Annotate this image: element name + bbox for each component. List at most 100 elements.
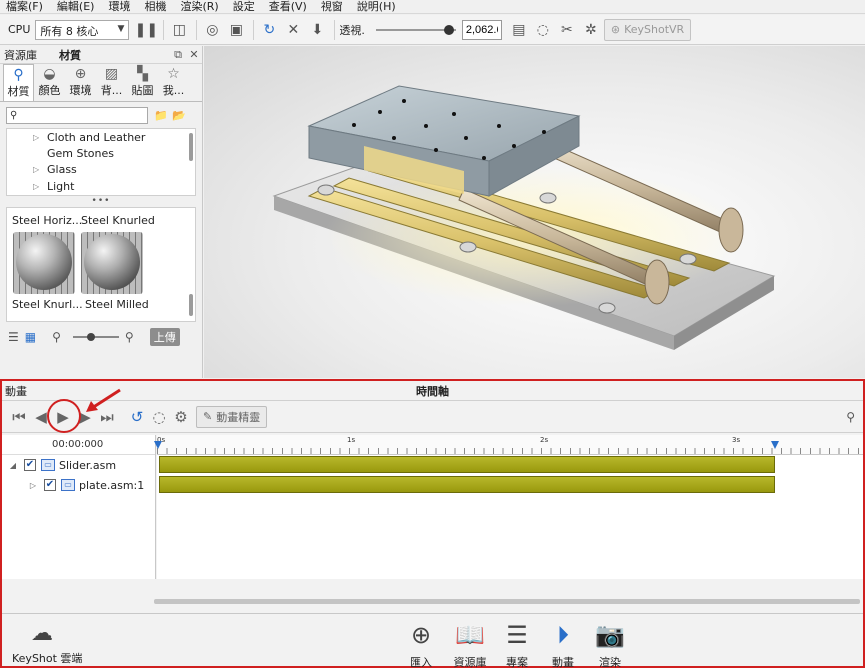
timeline-tracks[interactable]: 0s 1s 2s 3s xyxy=(154,435,863,579)
menu-view[interactable]: 查看(V) xyxy=(269,0,307,13)
close-icon[interactable]: ✕ xyxy=(186,48,202,62)
menu-render[interactable]: 渲染(R) xyxy=(180,0,218,13)
geometry-view-icon[interactable]: ▤ xyxy=(508,19,530,41)
perspective-slider[interactable] xyxy=(375,24,456,35)
tab-favorites[interactable]: ☆ 我... xyxy=(158,64,189,101)
zoom-out-icon[interactable]: ⚲ xyxy=(52,330,61,344)
wand-icon: ✎ xyxy=(203,410,213,423)
upload-button[interactable]: 上傳 xyxy=(149,328,180,346)
tab-backplates[interactable]: ▨ 背... xyxy=(96,64,127,101)
fit-view-icon[interactable]: ✕ xyxy=(282,19,304,41)
tree-item[interactable]: ▷ Cloth and Leather xyxy=(7,129,195,145)
animation-bar[interactable] xyxy=(159,476,775,493)
project-button[interactable]: ☰ 專案 xyxy=(495,622,539,668)
time-ruler[interactable]: 0s 1s 2s 3s xyxy=(154,435,863,455)
thumb-label[interactable]: Steel Milled xyxy=(85,298,149,311)
material-graph-icon[interactable]: ◌ xyxy=(532,19,554,41)
timeline-title: 時間軸 xyxy=(416,384,449,398)
animation-button[interactable]: ⏵ 動畫 xyxy=(541,622,585,668)
tab-textures[interactable]: ▚ 貼圖 xyxy=(127,64,158,101)
menu-edit[interactable]: 編輯(E) xyxy=(57,0,95,13)
collapse-arrow-icon[interactable]: ◢ xyxy=(8,461,18,470)
slider-knob[interactable] xyxy=(443,24,454,35)
menu-help[interactable]: 說明(H) xyxy=(357,0,396,13)
save-screenshot-icon[interactable]: ▣ xyxy=(225,19,247,41)
menu-camera[interactable]: 相機 xyxy=(144,0,166,13)
nav-label: 動畫 xyxy=(552,656,574,668)
render-viewport[interactable] xyxy=(204,46,865,378)
tree-item[interactable]: Gem Stones xyxy=(7,145,195,161)
menu-file[interactable]: 檔案(F) xyxy=(6,0,43,13)
render-button[interactable]: 📷 渲染 xyxy=(588,622,632,668)
checkbox[interactable]: ✔ xyxy=(44,479,56,491)
menu-window[interactable]: 視窗 xyxy=(321,0,343,13)
screenshot-icon[interactable]: ◎ xyxy=(201,19,223,41)
configurator-icon[interactable]: ✂ xyxy=(556,19,578,41)
import-button[interactable]: ⊕ 匯入 xyxy=(399,622,443,668)
timeline-scrollbar[interactable] xyxy=(154,599,860,604)
zoom-in-icon[interactable]: ⚲ xyxy=(125,330,134,344)
thumbnail-size-slider[interactable] xyxy=(72,333,119,341)
keyshot-vr-button[interactable]: ⊛ KeyShotVR xyxy=(603,18,692,41)
tumble-icon[interactable]: ✲ xyxy=(580,19,602,41)
menu-environment[interactable]: 環境 xyxy=(108,0,130,13)
annotation-arrow xyxy=(86,388,121,412)
keyshot-cloud-button[interactable]: ☁ KeyShot 雲端 xyxy=(12,621,82,666)
tab-colors[interactable]: ◒ 顏色 xyxy=(34,64,65,101)
perspective-input[interactable] xyxy=(461,19,502,40)
undock-icon[interactable]: ⧉ xyxy=(170,48,186,62)
tree-item[interactable]: ▷ Light xyxy=(7,178,195,194)
expand-arrow-icon[interactable]: ▷ xyxy=(28,481,38,490)
highlight-circle xyxy=(47,398,81,433)
tree-label: Light xyxy=(47,179,75,193)
timeline-row[interactable]: ▷ ✔ ▭ plate.asm:1 xyxy=(2,475,155,495)
zoom-icon[interactable]: ⚲ xyxy=(846,410,855,424)
end-marker[interactable] xyxy=(771,441,779,449)
thumb-label[interactable]: Steel Knurl... xyxy=(12,298,83,311)
animation-bar[interactable] xyxy=(159,456,775,473)
grid-view-icon[interactable]: ▦ xyxy=(25,330,36,344)
checkbox[interactable]: ✔ xyxy=(24,459,36,471)
thumbs-scrollbar[interactable] xyxy=(189,294,193,316)
cpu-select[interactable]: 所有 8 核心 ▼ xyxy=(35,19,130,40)
material-thumbnail[interactable] xyxy=(81,232,143,294)
splitter-handle[interactable]: ••• xyxy=(0,196,202,207)
folder-add-icon[interactable]: 📁 xyxy=(152,109,170,122)
ground-icon[interactable]: ⬇ xyxy=(306,19,328,41)
bounce-icon[interactable]: ◌ xyxy=(148,406,170,428)
refresh-icon[interactable]: ↻ xyxy=(258,19,280,41)
animation-wizard-button[interactable]: ✎ 動畫精靈 xyxy=(196,405,268,428)
timeline-row[interactable]: ◢ ✔ ▭ Slider.asm xyxy=(2,455,155,475)
cpu-label: CPU xyxy=(8,23,31,36)
folder-open-icon[interactable]: 📂 xyxy=(170,109,188,122)
skip-start-icon[interactable]: ⏮ xyxy=(8,406,30,428)
tab-environments[interactable]: ⊕ 環境 xyxy=(65,64,96,101)
list-view-icon[interactable]: ☰ xyxy=(8,330,19,344)
tree-scrollbar[interactable] xyxy=(189,133,193,161)
cloud-icon: ☁ xyxy=(31,621,53,646)
thumb-label[interactable]: Steel Knurled xyxy=(81,214,155,227)
library-button[interactable]: 📖 資源庫 xyxy=(448,622,492,668)
tree-label: Cloth and Leather xyxy=(47,130,146,144)
tab-label: 顏色 xyxy=(38,84,61,97)
expand-arrow-icon[interactable]: ▷ xyxy=(33,182,47,191)
region-render-icon[interactable]: ◫ xyxy=(168,19,190,41)
loop-icon[interactable]: ↺ xyxy=(126,406,148,428)
thumb-label[interactable]: Steel Horiz... xyxy=(12,214,82,227)
material-thumbnail[interactable] xyxy=(13,232,75,294)
animation-panel: 動畫 時間軸 ⏮ ◀ ▶ ▶ ⏭ ↺ ◌ ⚙ ✎ 動畫精靈 ⚲ 00:00:00… xyxy=(0,379,865,668)
menu-settings[interactable]: 設定 xyxy=(233,0,255,13)
row-label: plate.asm:1 xyxy=(79,478,145,492)
ruler-ticks xyxy=(157,448,863,454)
gear-icon[interactable]: ⚙ xyxy=(170,406,192,428)
pause-icon[interactable]: ❚❚ xyxy=(135,19,158,41)
search-input[interactable]: ⚲ xyxy=(6,106,148,124)
expand-arrow-icon[interactable]: ▷ xyxy=(33,133,47,142)
play-button[interactable]: ▶ xyxy=(47,398,81,433)
library-header: 資源庫 材質 ⧉ ✕ xyxy=(0,46,202,64)
start-marker[interactable] xyxy=(154,441,162,449)
tab-materials[interactable]: ⚲ 材質 xyxy=(3,64,34,101)
timeline-area: 00:00:000 ◢ ✔ ▭ Slider.asm ▷ ✔ ▭ plate.a… xyxy=(2,435,863,579)
expand-arrow-icon[interactable]: ▷ xyxy=(33,165,47,174)
tree-item[interactable]: ▷ Glass xyxy=(7,162,195,178)
